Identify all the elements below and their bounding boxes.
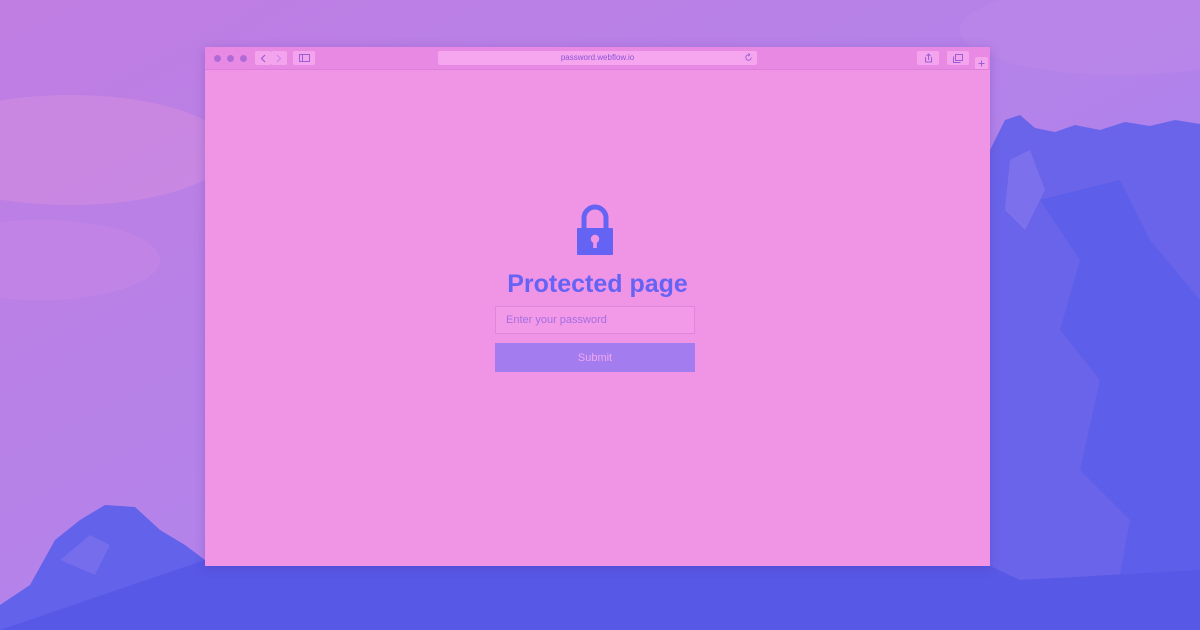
share-button[interactable] xyxy=(917,51,939,65)
password-input[interactable] xyxy=(495,306,695,334)
browser-window: password.webflow.io Protected page Submi… xyxy=(205,47,990,566)
show-tabs-button[interactable] xyxy=(947,51,969,65)
back-button[interactable] xyxy=(255,51,271,65)
plus-icon xyxy=(978,60,985,66)
forward-button[interactable] xyxy=(271,51,287,65)
share-icon xyxy=(924,53,932,63)
lock-icon xyxy=(577,204,613,255)
new-tab-button[interactable] xyxy=(975,57,988,69)
address-bar[interactable]: password.webflow.io xyxy=(438,51,757,65)
maximize-window-button[interactable] xyxy=(240,55,247,62)
submit-button[interactable]: Submit xyxy=(495,343,695,372)
close-window-button[interactable] xyxy=(214,55,221,62)
chevron-right-icon xyxy=(276,54,282,62)
minimize-window-button[interactable] xyxy=(227,55,234,62)
reload-icon[interactable] xyxy=(744,53,753,62)
url-text: password.webflow.io xyxy=(560,53,635,62)
chevron-left-icon xyxy=(260,54,266,62)
browser-toolbar: password.webflow.io xyxy=(205,47,990,70)
sidebar-toggle-button[interactable] xyxy=(293,51,315,65)
tabs-icon xyxy=(953,53,963,63)
page-title: Protected page xyxy=(507,270,688,298)
sidebar-icon xyxy=(298,54,310,62)
